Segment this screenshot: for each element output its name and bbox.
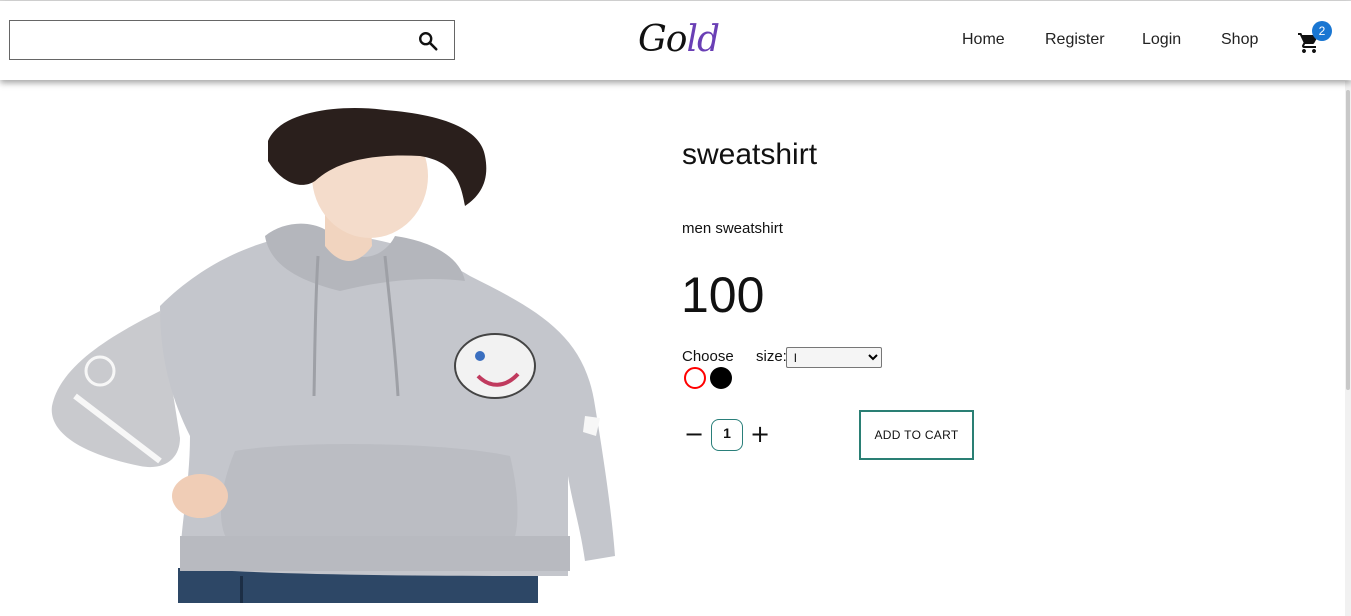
- size-select[interactable]: l: [786, 347, 882, 368]
- nav-home[interactable]: Home: [962, 31, 1005, 49]
- product-description: men sweatshirt: [682, 220, 783, 237]
- product-price: 100: [681, 267, 765, 323]
- quantity-decrement-button[interactable]: −: [684, 422, 704, 446]
- color-swatch-red[interactable]: [684, 367, 706, 389]
- product-title: sweatshirt: [682, 138, 818, 171]
- search-icon[interactable]: [417, 30, 439, 52]
- logo-text: Go: [638, 19, 687, 60]
- size-label: size:: [756, 348, 787, 365]
- quantity-increment-button[interactable]: +: [750, 422, 770, 446]
- search-box: [9, 20, 455, 60]
- search-input[interactable]: [16, 25, 410, 57]
- product-image: [51, 108, 615, 603]
- nav-login[interactable]: Login: [1142, 31, 1181, 49]
- cart-count-badge: 2: [1312, 21, 1332, 41]
- color-swatch-black[interactable]: [710, 367, 732, 389]
- nav-register[interactable]: Register: [1045, 31, 1105, 49]
- nav-shop[interactable]: Shop: [1221, 31, 1258, 49]
- logo[interactable]: Gold: [638, 19, 720, 60]
- quantity-value[interactable]: 1: [711, 419, 743, 451]
- choose-label: Choose: [682, 348, 734, 365]
- scrollbar-thumb[interactable]: [1346, 90, 1350, 390]
- add-to-cart-button[interactable]: ADD TO CART: [859, 410, 974, 460]
- logo-accent-text: ld: [686, 19, 720, 60]
- navbar: Gold Home Register Login Shop 2: [0, 1, 1351, 80]
